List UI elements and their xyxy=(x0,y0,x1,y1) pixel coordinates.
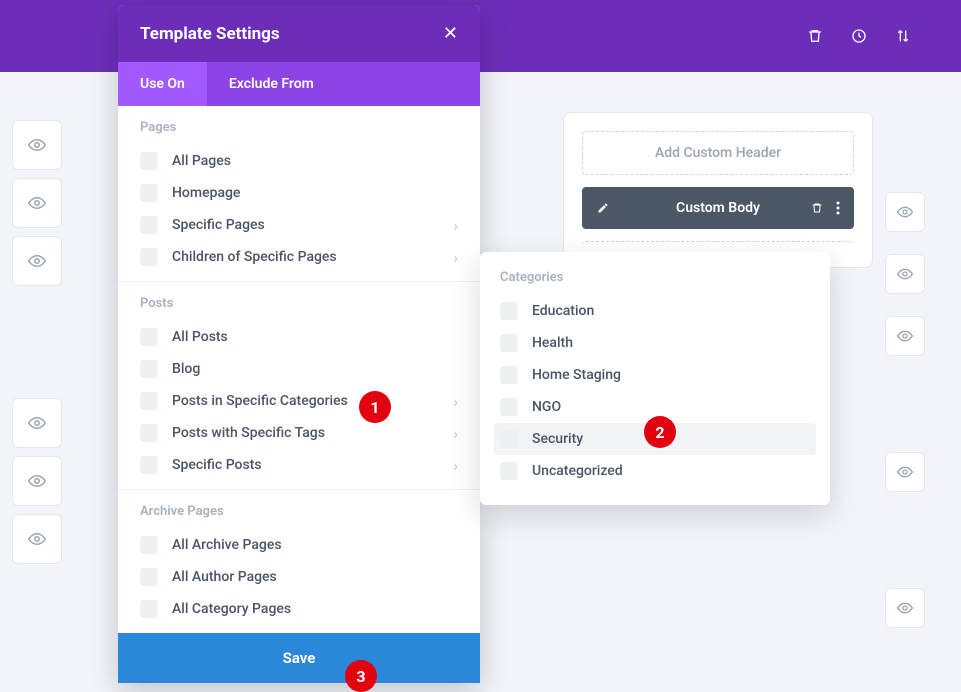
opt-all-author[interactable]: All Author Pages xyxy=(140,561,458,593)
section-title-posts: Posts xyxy=(140,296,458,311)
checkbox[interactable] xyxy=(140,568,158,586)
tab-bar: Use On Exclude From xyxy=(118,62,480,106)
chevron-right-icon: › xyxy=(453,248,458,267)
visibility-toggle[interactable] xyxy=(885,316,925,356)
checkbox[interactable] xyxy=(140,456,158,474)
category-uncategorized[interactable]: Uncategorized xyxy=(494,455,816,487)
modal-header: Template Settings ✕ xyxy=(118,5,480,62)
kebab-icon[interactable] xyxy=(836,201,840,215)
modal-title: Template Settings xyxy=(140,24,280,44)
checkbox[interactable] xyxy=(140,248,158,266)
chevron-right-icon: › xyxy=(453,216,458,235)
section-pages: Pages All Pages Homepage Specific Pages›… xyxy=(118,106,480,282)
checkbox[interactable] xyxy=(500,430,518,448)
section-title-archive: Archive Pages xyxy=(140,504,458,519)
checkbox[interactable] xyxy=(500,366,518,384)
visibility-toggle[interactable] xyxy=(12,178,62,228)
visibility-toggle[interactable] xyxy=(885,254,925,294)
category-home-staging[interactable]: Home Staging xyxy=(494,359,816,391)
right-eye-column xyxy=(885,192,925,636)
opt-posts-specific-tags[interactable]: Posts with Specific Tags› xyxy=(140,417,458,449)
tab-use-on[interactable]: Use On xyxy=(118,62,207,106)
opt-children-specific-pages[interactable]: Children of Specific Pages› xyxy=(140,241,458,273)
trash-icon[interactable] xyxy=(805,26,825,46)
opt-all-category[interactable]: All Category Pages xyxy=(140,593,458,625)
checkbox[interactable] xyxy=(500,334,518,352)
tab-exclude-from[interactable]: Exclude From xyxy=(207,62,336,106)
visibility-toggle[interactable] xyxy=(12,514,62,564)
opt-specific-pages[interactable]: Specific Pages› xyxy=(140,209,458,241)
custom-body-row[interactable]: Custom Body xyxy=(582,187,854,229)
annotation-badge-1: 1 xyxy=(359,391,391,423)
sort-icon[interactable] xyxy=(893,26,913,46)
checkbox[interactable] xyxy=(500,302,518,320)
checkbox[interactable] xyxy=(140,184,158,202)
left-eye-group-1 xyxy=(12,120,62,294)
checkbox[interactable] xyxy=(140,392,158,410)
opt-blog[interactable]: Blog xyxy=(140,353,458,385)
category-education[interactable]: Education xyxy=(494,295,816,327)
visibility-toggle[interactable] xyxy=(12,236,62,286)
section-posts: Posts All Posts Blog Posts in Specific C… xyxy=(118,282,480,490)
dashed-divider xyxy=(582,241,854,249)
save-button[interactable]: Save xyxy=(118,633,480,683)
chevron-right-icon: › xyxy=(453,456,458,475)
chevron-right-icon: › xyxy=(453,424,458,443)
opt-specific-posts[interactable]: Specific Posts› xyxy=(140,449,458,481)
checkbox[interactable] xyxy=(140,424,158,442)
pencil-icon[interactable] xyxy=(596,201,610,215)
section-title-pages: Pages xyxy=(140,120,458,135)
checkbox[interactable] xyxy=(500,398,518,416)
checkbox[interactable] xyxy=(140,216,158,234)
save-label: Save xyxy=(283,649,316,667)
visibility-toggle[interactable] xyxy=(12,398,62,448)
add-custom-header-button[interactable]: Add Custom Header xyxy=(582,131,854,175)
visibility-toggle[interactable] xyxy=(885,452,925,492)
opt-all-pages[interactable]: All Pages xyxy=(140,145,458,177)
visibility-toggle[interactable] xyxy=(885,588,925,628)
opt-all-archive[interactable]: All Archive Pages xyxy=(140,529,458,561)
categories-flyout: Categories Education Health Home Staging… xyxy=(480,252,830,505)
flyout-title: Categories xyxy=(500,270,816,285)
opt-posts-specific-categories[interactable]: Posts in Specific Categories› xyxy=(140,385,458,417)
annotation-badge-3: 3 xyxy=(345,660,377,692)
visibility-toggle[interactable] xyxy=(12,120,62,170)
visibility-toggle[interactable] xyxy=(12,456,62,506)
checkbox[interactable] xyxy=(500,462,518,480)
checkbox[interactable] xyxy=(140,360,158,378)
template-settings-modal: Template Settings ✕ Use On Exclude From … xyxy=(118,5,480,683)
checkbox[interactable] xyxy=(140,600,158,618)
opt-homepage[interactable]: Homepage xyxy=(140,177,458,209)
chevron-right-icon: › xyxy=(453,392,458,411)
checkbox[interactable] xyxy=(140,152,158,170)
clock-icon[interactable] xyxy=(849,26,869,46)
opt-all-posts[interactable]: All Posts xyxy=(140,321,458,353)
section-archive: Archive Pages All Archive Pages All Auth… xyxy=(118,490,480,633)
checkbox[interactable] xyxy=(140,536,158,554)
left-eye-group-2 xyxy=(12,398,62,572)
trash-icon[interactable] xyxy=(810,201,824,215)
close-icon[interactable]: ✕ xyxy=(443,23,458,44)
checkbox[interactable] xyxy=(140,328,158,346)
annotation-badge-2: 2 xyxy=(644,416,676,448)
visibility-toggle[interactable] xyxy=(885,192,925,232)
template-card: Add Custom Header Custom Body xyxy=(563,112,873,268)
add-header-label: Add Custom Header xyxy=(655,145,781,161)
category-health[interactable]: Health xyxy=(494,327,816,359)
